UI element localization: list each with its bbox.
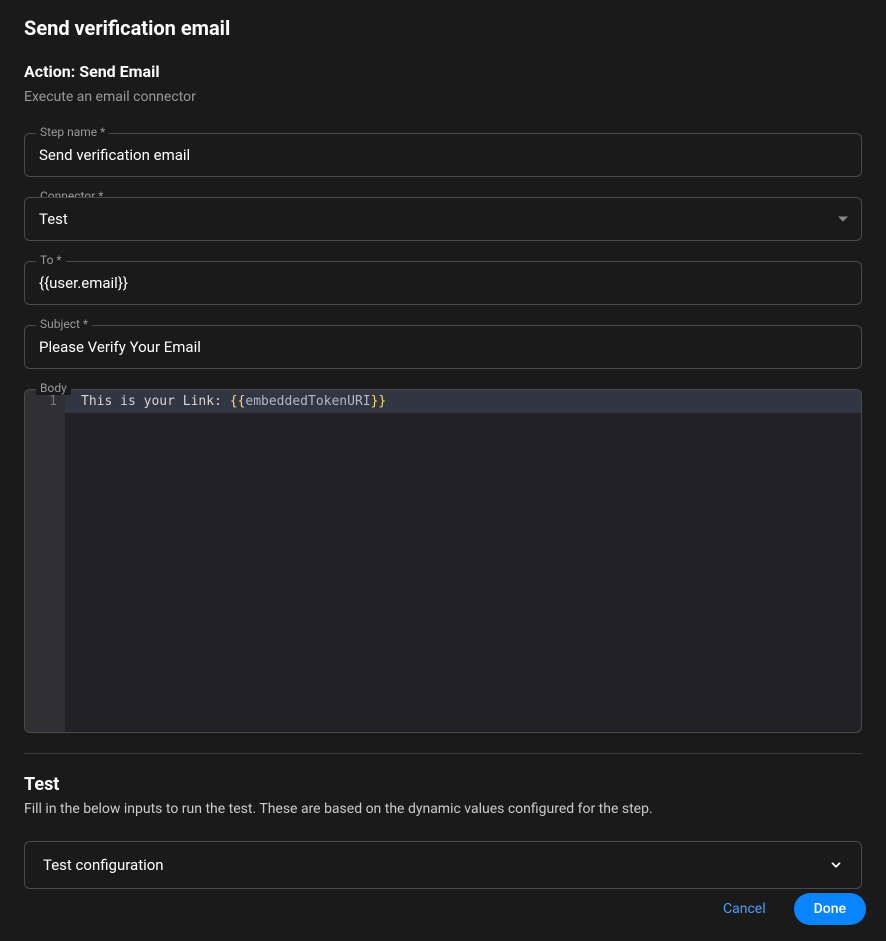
connector-field-wrapper: Connector * xyxy=(24,197,862,241)
subject-label: Subject * xyxy=(36,317,92,331)
dialog-footer: Cancel Done xyxy=(0,877,886,941)
step-name-input[interactable] xyxy=(24,133,862,177)
action-description: Execute an email connector xyxy=(24,89,862,105)
body-field-wrapper: Body 1 This is your Link: {{embeddedToke… xyxy=(24,389,862,733)
step-name-field-wrapper: Step name * xyxy=(24,133,862,177)
step-name-label: Step name * xyxy=(36,125,109,139)
body-code-editor[interactable]: 1 This is your Link: {{embeddedTokenURI}… xyxy=(24,389,862,733)
test-section-description: Fill in the below inputs to run the test… xyxy=(24,801,862,817)
code-line: This is your Link: {{embeddedTokenURI}} xyxy=(65,390,861,413)
line-number: 1 xyxy=(33,394,57,409)
body-label: Body xyxy=(36,381,71,395)
code-text: This is your Link: xyxy=(81,394,230,409)
chevron-down-icon xyxy=(829,858,843,872)
subject-field-wrapper: Subject * xyxy=(24,325,862,369)
code-content[interactable]: This is your Link: {{embeddedTokenURI}} xyxy=(65,390,861,732)
section-divider xyxy=(24,753,862,754)
code-variable: embeddedTokenURI xyxy=(245,394,370,409)
action-title: Action: Send Email xyxy=(24,62,862,81)
code-brace-open: {{ xyxy=(230,394,246,409)
accordion-label: Test configuration xyxy=(43,856,164,874)
test-section-title: Test xyxy=(24,774,862,795)
connector-select[interactable] xyxy=(24,197,862,241)
to-label: To * xyxy=(36,253,66,267)
page-title: Send verification email xyxy=(24,16,862,40)
subject-input[interactable] xyxy=(24,325,862,369)
to-input[interactable] xyxy=(24,261,862,305)
to-field-wrapper: To * xyxy=(24,261,862,305)
code-brace-close: }} xyxy=(371,394,387,409)
line-numbers-gutter: 1 xyxy=(25,390,65,732)
cancel-button[interactable]: Cancel xyxy=(711,893,778,925)
done-button[interactable]: Done xyxy=(794,893,866,925)
